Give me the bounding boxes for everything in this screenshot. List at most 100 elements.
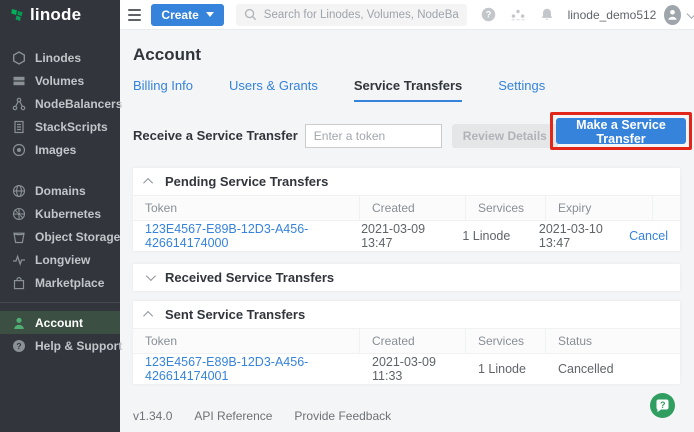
sidebar-item-object-storage[interactable]: Object Storage [0, 225, 120, 248]
cancel-link[interactable]: Cancel [629, 229, 668, 243]
sidebar-item-stackscripts[interactable]: StackScripts [0, 115, 120, 138]
sidebar-item-domains[interactable]: Domains [0, 179, 120, 202]
sidebar-item-volumes[interactable]: Volumes [0, 69, 120, 92]
token-link[interactable]: 123E4567-E89B-12D3-A456-426614174000 [145, 222, 308, 250]
account-person-icon [12, 316, 26, 330]
avatar[interactable] [664, 5, 681, 25]
sidebar-item-nodebalancers[interactable]: NodeBalancers [0, 92, 120, 115]
sidebar-item-label: Marketplace [35, 276, 104, 290]
footer: v1.34.0 API Reference Provide Feedback [133, 409, 391, 423]
chevron-up-icon [143, 178, 153, 188]
help-circle-icon: ? [12, 339, 26, 353]
sidebar-item-kubernetes[interactable]: Kubernetes [0, 202, 120, 225]
sidebar-item-label: Images [35, 143, 76, 157]
chevron-up-icon [143, 311, 153, 321]
sidebar-item-longview[interactable]: Longview [0, 248, 120, 271]
sidebar-item-linodes[interactable]: Linodes [0, 46, 120, 69]
sidebar-item-images[interactable]: Images [0, 138, 120, 161]
column-header-created: Created [360, 329, 466, 353]
help-circle-icon[interactable]: ? [481, 7, 496, 22]
api-reference-link[interactable]: API Reference [194, 409, 272, 423]
section-title: Received Service Transfers [165, 270, 334, 285]
expiry-cell: 2021-03-10 13:47 [527, 222, 629, 250]
received-transfers-section: Received Service Transfers [133, 264, 680, 291]
received-section-header[interactable]: Received Service Transfers [133, 264, 680, 291]
linode-logo[interactable]: linode [0, 0, 120, 30]
marketplace-bag-icon [12, 276, 26, 290]
column-header-token: Token [133, 329, 360, 353]
main-content: Account Billing Info Users & Grants Serv… [120, 30, 694, 432]
sidebar-item-label: StackScripts [35, 120, 108, 134]
status-cell: Cancelled [546, 362, 680, 376]
make-service-transfer-button[interactable]: Make a Service Transfer [556, 118, 686, 144]
topbar: Create ? linode_demo512 [120, 0, 694, 30]
sidebar-item-label: NodeBalancers [35, 97, 122, 111]
token-input[interactable] [305, 124, 442, 148]
hamburger-menu-icon[interactable] [128, 6, 141, 24]
tab-settings[interactable]: Settings [498, 78, 545, 102]
tab-users-grants[interactable]: Users & Grants [229, 78, 318, 102]
tab-billing-info[interactable]: Billing Info [133, 78, 193, 102]
create-button[interactable]: Create [151, 4, 223, 26]
sent-transfers-section: Sent Service Transfers Token Created Ser… [133, 301, 680, 384]
volumes-icon [12, 74, 26, 88]
chevron-down-icon[interactable] [687, 8, 694, 19]
search-icon [244, 8, 257, 21]
linode-logo-icon [10, 8, 24, 22]
sidebar-item-label: Object Storage [35, 230, 120, 244]
sidebar-item-help-support[interactable]: ? Help & Support [0, 334, 120, 357]
pending-table-header: Token Created Services Expiry [133, 195, 680, 221]
provide-feedback-link[interactable]: Provide Feedback [294, 409, 391, 423]
column-header-services: Services [466, 196, 546, 220]
tab-service-transfers[interactable]: Service Transfers [354, 78, 462, 102]
help-chat-button[interactable]: ? [649, 392, 676, 419]
sidebar-item-account[interactable]: Account [0, 311, 120, 334]
sidebar-item-label: Domains [35, 184, 86, 198]
column-header-services: Services [466, 329, 546, 353]
global-search[interactable] [236, 4, 467, 26]
images-icon [12, 143, 26, 157]
search-input[interactable] [264, 9, 459, 21]
svg-text:?: ? [485, 10, 491, 20]
sidebar-item-label: Volumes [35, 74, 84, 88]
pending-section-header[interactable]: Pending Service Transfers [133, 168, 680, 195]
column-header-created: Created [360, 196, 466, 220]
sent-table-header: Token Created Services Status [133, 328, 680, 354]
sent-section-header[interactable]: Sent Service Transfers [133, 301, 680, 328]
column-header-status: Status [546, 329, 680, 353]
table-row: 123E4567-E89B-12D3-A456-426614174001 202… [133, 354, 680, 384]
column-header-expiry: Expiry [546, 196, 653, 220]
linode-cloud-manager: linode Linodes Volumes NodeBalancers Sta… [0, 0, 694, 432]
sidebar-item-label: Help & Support [35, 339, 122, 353]
sidebar-item-marketplace[interactable]: Marketplace [0, 271, 120, 294]
review-details-button[interactable]: Review Details [452, 124, 558, 148]
chevron-down-icon [206, 12, 214, 17]
svg-text:?: ? [16, 341, 21, 351]
sidebar-divider [0, 302, 120, 303]
svg-text:?: ? [660, 400, 666, 410]
community-icon[interactable] [510, 7, 526, 22]
sidebar-item-label: Kubernetes [35, 207, 101, 221]
logo-text: linode [30, 5, 81, 25]
tabs: Billing Info Users & Grants Service Tran… [133, 78, 680, 102]
longview-pulse-icon [12, 253, 26, 267]
page-title: Account [133, 45, 680, 65]
sidebar-nav: Linodes Volumes NodeBalancers StackScrip… [0, 30, 120, 357]
created-cell: 2021-03-09 13:47 [349, 222, 450, 250]
create-button-label: Create [161, 8, 198, 22]
notifications-bell-icon[interactable] [540, 7, 554, 22]
linode-cube-icon [12, 51, 26, 65]
kubernetes-icon [12, 207, 26, 221]
column-header-actions [653, 196, 680, 220]
sidebar-item-label: Longview [35, 253, 90, 267]
table-row: 123E4567-E89B-12D3-A456-426614174000 202… [133, 221, 680, 251]
token-link[interactable]: 123E4567-E89B-12D3-A456-426614174001 [145, 355, 308, 383]
domains-globe-icon [12, 184, 26, 198]
stackscripts-icon [12, 120, 26, 134]
sidebar-item-label: Linodes [35, 51, 81, 65]
app-version: v1.34.0 [133, 409, 172, 423]
services-cell: 1 Linode [466, 362, 546, 376]
created-cell: 2021-03-09 11:33 [360, 355, 466, 383]
username[interactable]: linode_demo512 [568, 8, 657, 22]
section-title: Pending Service Transfers [165, 174, 328, 189]
